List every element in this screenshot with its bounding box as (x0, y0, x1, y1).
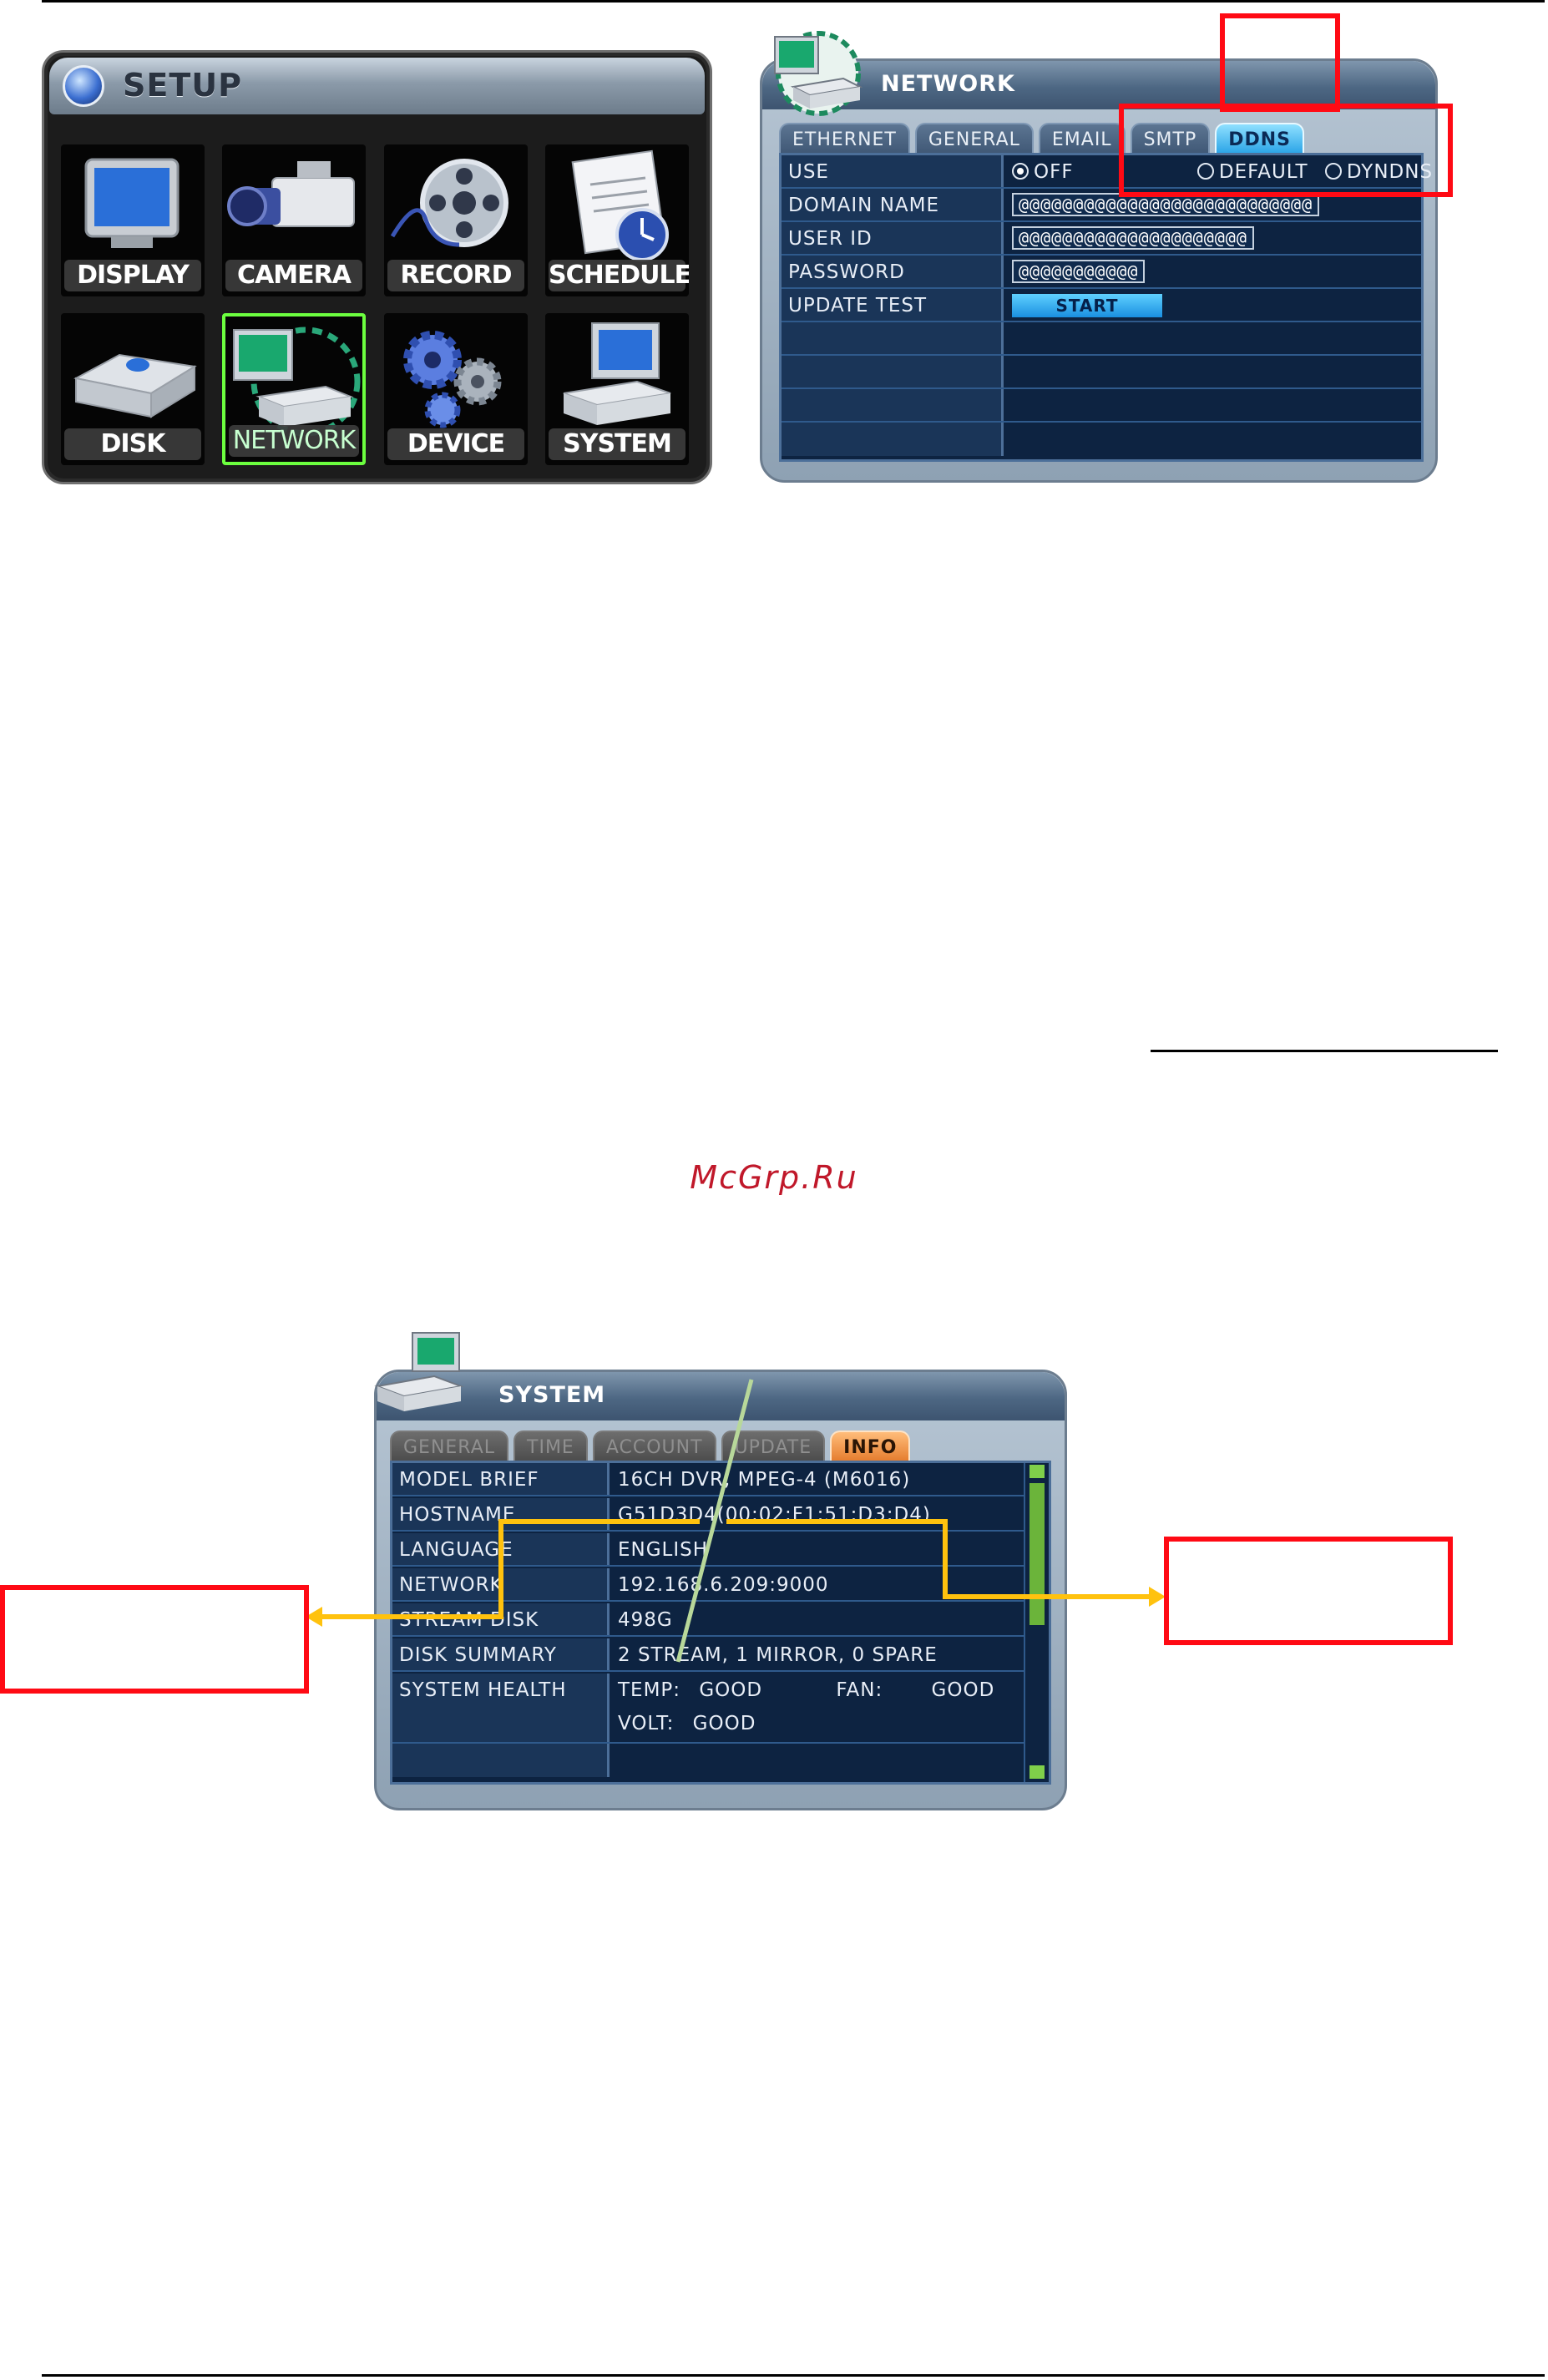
user-id-row: USER ID @@@@@@@@@@@@@@@@@@@@@ (782, 222, 1421, 256)
user-id-cell: @@@@@@@@@@@@@@@@@@@@@ (1004, 222, 1421, 254)
update-test-row: UPDATE TEST START (782, 289, 1421, 322)
schedule-tile-label: SCHEDULE (549, 260, 689, 291)
device-tile-label: DEVICE (387, 428, 524, 460)
ddns-settings-table: USE OFF DEFAULT DYNDNS DOMAIN NAME @@@@@… (779, 153, 1432, 462)
display-tile[interactable]: DISPLAY (61, 144, 205, 296)
update-test-label: UPDATE TEST (782, 289, 1004, 321)
empty-label-cell (782, 356, 1004, 387)
setup-orb-icon (63, 65, 104, 107)
tab-general[interactable]: GENERAL (914, 123, 1034, 154)
empty-row (782, 423, 1421, 456)
empty-row (782, 356, 1421, 389)
password-row: PASSWORD @@@@@@@@@@@ (782, 256, 1421, 289)
domain-name-label: DOMAIN NAME (782, 189, 1004, 220)
camera-tile-label: CAMERA (225, 260, 362, 291)
setup-menu-panel: SETUP DISPLAY CAMERA RECORD SCHEDULE DIS… (42, 50, 712, 484)
start-button[interactable]: START (1012, 294, 1162, 317)
volt-label: VOLT: (618, 1713, 675, 1734)
update-test-cell: START (1004, 289, 1421, 321)
disk-tile-label: DISK (64, 428, 201, 460)
arrow-right-icon (1149, 1587, 1166, 1607)
radio-selected-icon (1012, 162, 1029, 180)
health-line-2: VOLT: GOOD (618, 1707, 1024, 1740)
scroll-down-arrow-icon[interactable] (1029, 1765, 1045, 1779)
tab-ethernet[interactable]: ETHERNET (779, 123, 910, 154)
use-off-option[interactable]: OFF (1012, 161, 1074, 183)
system-tile-label: SYSTEM (549, 428, 685, 460)
display-tile-label: DISPLAY (64, 260, 201, 291)
callout-box-ddns-tab (1220, 13, 1340, 112)
callout-box-left (0, 1585, 309, 1694)
use-label: USE (782, 155, 1004, 187)
callout-box-right (1164, 1537, 1453, 1645)
empty-row (782, 322, 1421, 356)
camera-tile[interactable]: CAMERA (222, 144, 366, 296)
network-tile[interactable]: NETWORK (222, 313, 366, 465)
network-title: NETWORK (881, 71, 1015, 97)
volt-value: GOOD (692, 1713, 756, 1734)
network-window-icon (774, 31, 863, 116)
empty-label-cell (782, 423, 1004, 456)
user-id-label: USER ID (782, 222, 1004, 254)
setup-title: SETUP (123, 67, 242, 104)
empty-row (782, 389, 1421, 423)
bottom-page-rule (42, 2374, 1545, 2377)
disk-tile[interactable]: DISK (61, 313, 205, 465)
record-tile-label: RECORD (387, 260, 524, 291)
device-tile[interactable]: DEVICE (384, 313, 528, 465)
setup-header: SETUP (49, 58, 705, 114)
text-underline (1151, 1050, 1498, 1052)
top-page-rule (42, 0, 1545, 3)
empty-label-cell (782, 322, 1004, 354)
empty-label-cell (782, 389, 1004, 421)
schedule-tile[interactable]: SCHEDULE (545, 144, 689, 296)
callout-arrow-left-line (317, 1519, 700, 1619)
callout-arrow-right-line (726, 1519, 1152, 1599)
network-tile-label: NETWORK (229, 425, 359, 457)
callout-box-use-options (1119, 104, 1453, 197)
system-tile[interactable]: SYSTEM (545, 313, 689, 465)
password-label: PASSWORD (782, 256, 1004, 287)
password-cell: @@@@@@@@@@@ (1004, 256, 1421, 287)
empty-row (392, 1744, 1024, 1777)
password-field[interactable]: @@@@@@@@@@@ (1012, 260, 1146, 283)
watermark: McGrp.Ru (690, 1159, 858, 1196)
empty-label-cell (392, 1744, 610, 1777)
tab-email[interactable]: EMAIL (1038, 123, 1126, 154)
user-id-field[interactable]: @@@@@@@@@@@@@@@@@@@@@ (1012, 226, 1254, 250)
record-tile[interactable]: RECORD (384, 144, 528, 296)
